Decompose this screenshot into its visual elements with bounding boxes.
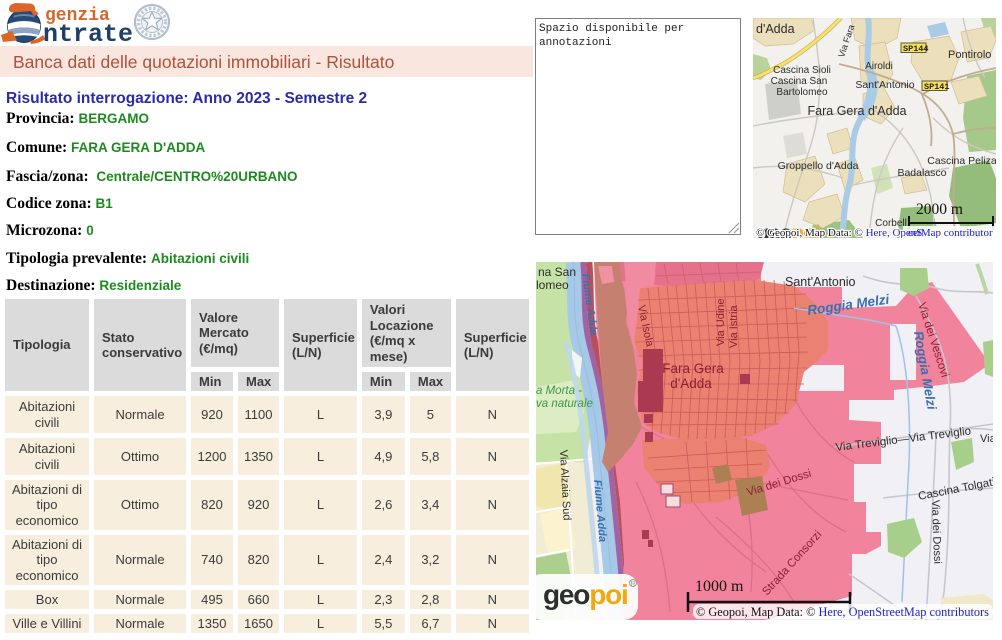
svg-text:Via: Via: [980, 433, 993, 445]
svg-text:2000 m: 2000 m: [916, 201, 963, 218]
svg-text:lomeo: lomeo: [536, 278, 569, 292]
svg-text:Badalasco: Badalasco: [897, 167, 946, 179]
svg-text:Cascina San: Cascina San: [771, 76, 828, 87]
svg-text:Via dei Dossi: Via dei Dossi: [929, 500, 943, 564]
svg-text:va naturale: va naturale: [536, 398, 593, 410]
svg-text:Bartolomeo: Bartolomeo: [776, 87, 828, 98]
svg-text:1000 m: 1000 m: [695, 578, 744, 595]
svg-text:SP144: SP144: [903, 44, 929, 54]
svg-text:© Geopoi, Map Data: © Here, Op: © Geopoi, Map Data: © Here, OpenStreetMa…: [696, 605, 989, 619]
svg-text:Groppello d'Adda: Groppello d'Adda: [778, 160, 859, 172]
svg-text:d'Adda: d'Adda: [670, 376, 712, 391]
svg-text:eetMap contributor: eetMap contributor: [908, 227, 993, 238]
svg-text:Cascina Sioli: Cascina Sioli: [773, 65, 831, 76]
svg-text:Via Istria: Via Istria: [728, 305, 740, 348]
svg-text:Airoldi: Airoldi: [865, 61, 893, 72]
svg-text:Pontirolo: Pontirolo: [948, 49, 991, 61]
svg-text:Via Udine: Via Udine: [715, 299, 727, 347]
svg-text:© Geopoi, Map Data: © Here, Op: © Geopoi, Map Data: © Here, OpenS: [756, 227, 922, 238]
svg-text:geopoi: geopoi: [543, 579, 628, 610]
svg-text:Fara Gera: Fara Gera: [662, 361, 724, 376]
svg-text:Sant'Antonio: Sant'Antonio: [855, 79, 914, 91]
svg-text:a Morta -: a Morta -: [536, 385, 582, 397]
svg-text:d'Adda: d'Adda: [756, 22, 795, 36]
svg-text:Fara Gera d'Adda: Fara Gera d'Adda: [808, 104, 907, 118]
svg-text:R: R: [631, 581, 636, 588]
svg-text:na San: na San: [538, 265, 576, 279]
svg-text:Cascina Peliza: Cascina Peliza: [927, 155, 996, 167]
svg-text:SP141: SP141: [924, 82, 950, 92]
svg-text:Sant'Antonio: Sant'Antonio: [785, 275, 856, 289]
